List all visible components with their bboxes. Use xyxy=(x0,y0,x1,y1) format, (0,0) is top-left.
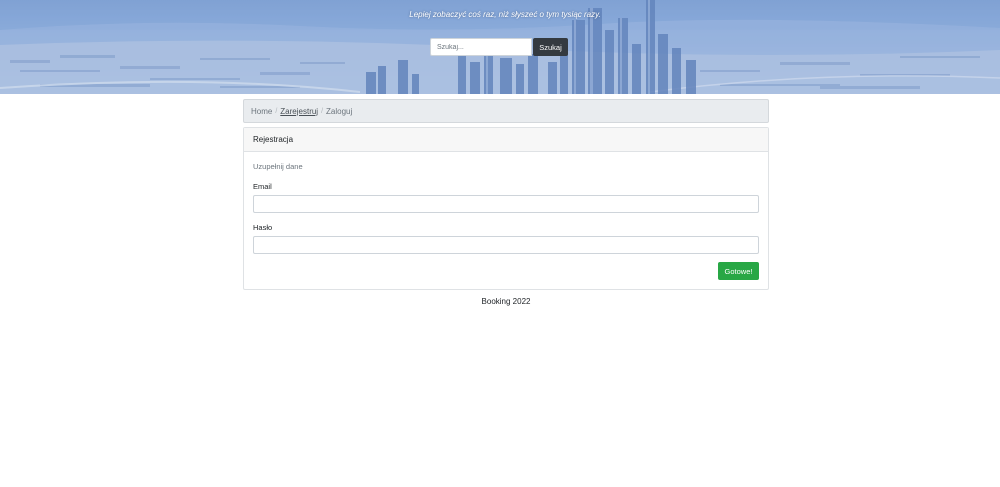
submit-button[interactable]: Gotowe! xyxy=(718,262,759,280)
footer-text: Booking 2022 xyxy=(481,297,531,306)
card-title: Rejestracja xyxy=(244,128,768,152)
search-input[interactable] xyxy=(430,38,532,56)
breadcrumb-item-home[interactable]: Home xyxy=(251,107,272,116)
password-field[interactable] xyxy=(253,236,759,254)
search-form: Szukaj xyxy=(430,38,568,56)
hero-tagline: Lepiej zobaczyć coś raz, niż słyszeć o t… xyxy=(409,10,601,19)
breadcrumb-separator: / xyxy=(321,107,324,115)
email-label: Email xyxy=(253,182,272,191)
password-label: Hasło xyxy=(253,223,273,232)
breadcrumb-item-login[interactable]: Zaloguj xyxy=(326,107,352,116)
breadcrumb: Home / Zarejestruj / Zaloguj xyxy=(243,99,769,123)
form-subtitle: Uzupełnij dane xyxy=(253,162,303,171)
registration-card: Rejestracja Uzupełnij dane Email Hasło G… xyxy=(243,127,769,290)
search-button[interactable]: Szukaj xyxy=(533,38,568,56)
email-field[interactable] xyxy=(253,195,759,213)
hero-banner: Lepiej zobaczyć coś raz, niż słyszeć o t… xyxy=(0,0,1000,94)
breadcrumb-separator: / xyxy=(275,107,278,115)
breadcrumb-item-register[interactable]: Zarejestruj xyxy=(280,107,318,116)
